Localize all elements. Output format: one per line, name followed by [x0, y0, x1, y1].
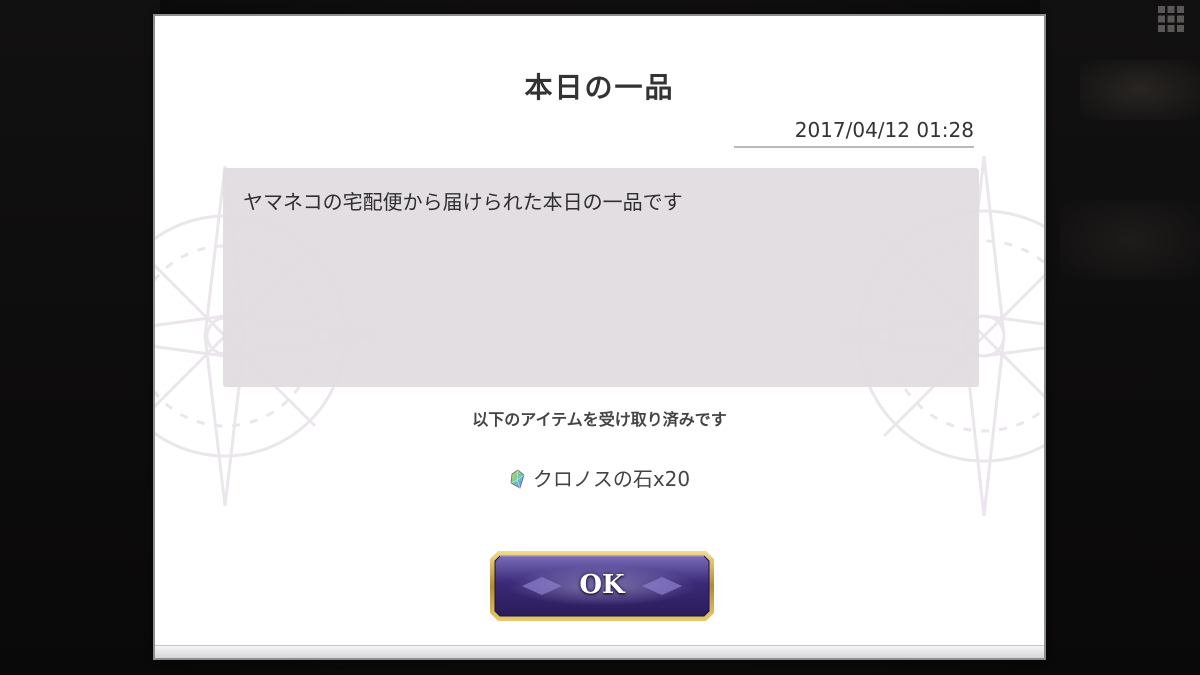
menu-grid-icon[interactable] — [1156, 4, 1186, 34]
reward-item-label: クロノスの石x20 — [532, 467, 691, 491]
reward-item: クロノスの石x20 — [155, 463, 1044, 492]
ok-button-label: OK — [579, 570, 625, 600]
timestamp: 2017/04/12 01:28 — [734, 118, 974, 148]
received-notice: 以下のアイテムを受け取り済みです — [472, 410, 727, 429]
rainbow-crystal-icon — [509, 469, 525, 489]
game-screen: 本日の一品 2017/04/12 01:28 ヤマネコの宅配便から届けられた本日… — [0, 0, 1200, 675]
dialog-bottom-edge — [155, 645, 1044, 658]
ok-button[interactable]: OK — [486, 547, 718, 625]
dialog-title: 本日の一品 — [524, 71, 675, 104]
message-text: ヤマネコの宅配便から届けられた本日の一品です — [243, 190, 683, 214]
message-box: ヤマネコの宅配便から届けられた本日の一品です — [223, 168, 979, 387]
daily-item-dialog: 本日の一品 2017/04/12 01:28 ヤマネコの宅配便から届けられた本日… — [153, 14, 1046, 660]
background-right — [1040, 0, 1200, 675]
background-left — [0, 0, 160, 675]
